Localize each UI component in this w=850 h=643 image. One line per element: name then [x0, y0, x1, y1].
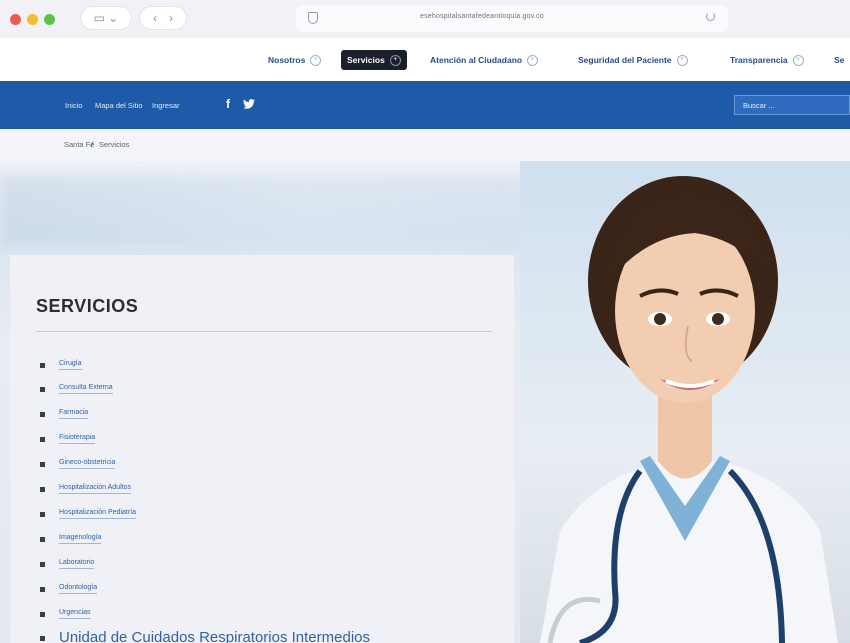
nav-item-seguridad-paciente[interactable]: Seguridad del Paciente +	[578, 50, 688, 70]
privacy-shield-icon[interactable]	[308, 12, 318, 24]
search-input[interactable]	[734, 95, 850, 115]
bullet-icon	[40, 511, 45, 517]
service-link-imagenologia[interactable]: Imagenología	[59, 534, 102, 544]
list-item: Imagenología	[40, 534, 102, 544]
service-link-hospitalizacion-pediatria[interactable]: Hospitalización Pediatría	[59, 509, 137, 519]
expand-icon: +	[527, 54, 539, 66]
nav-label: Se	[834, 55, 845, 65]
twitter-icon[interactable]	[243, 99, 255, 112]
nav-item-atencion-ciudadano[interactable]: Atención al Ciudadano +	[430, 50, 539, 70]
sidebar-icon: ▭ ⌄	[93, 11, 119, 25]
service-link-gineco-obstetricia[interactable]: Gineco-obstetricia	[59, 459, 116, 469]
breadcrumb-home[interactable]: Santa Fé	[64, 140, 94, 149]
list-item: Laboratorio	[40, 559, 95, 569]
list-item: Cirugía	[40, 360, 82, 370]
back-icon[interactable]: ‹	[153, 11, 157, 25]
bullet-icon	[40, 586, 45, 592]
bullet-icon	[40, 362, 45, 368]
forward-icon[interactable]: ›	[169, 11, 173, 25]
service-link-odontologia[interactable]: Odontología	[59, 584, 98, 594]
bullet-icon	[40, 611, 45, 617]
bullet-icon	[40, 636, 45, 641]
list-item: Odontología	[40, 584, 98, 594]
nav-item-nosotros[interactable]: Nosotros +	[268, 50, 322, 70]
services-panel: SERVICIOS Cirugía Consulta Externa Farma…	[10, 255, 514, 643]
expand-icon: +	[389, 54, 401, 66]
maximize-window-button[interactable]	[44, 14, 55, 25]
bullet-icon	[40, 436, 45, 442]
bullet-icon	[40, 561, 45, 567]
link-ingresar[interactable]: Ingresar	[152, 101, 180, 110]
close-window-button[interactable]	[10, 14, 21, 25]
list-item: Farmacia	[40, 409, 89, 419]
nav-label: Nosotros	[268, 55, 306, 65]
service-link-consulta-externa[interactable]: Consulta Externa	[59, 384, 113, 394]
browser-toolbar: ▭ ⌄ ‹ › esehospitalsantafedeantioquia.go…	[0, 0, 850, 38]
nav-label: Atención al Ciudadano	[430, 55, 523, 65]
main-navigation: Nosotros + Servicios + Atención al Ciudada…	[0, 38, 850, 81]
service-link-cuidados-respiratorios[interactable]: Unidad de Cuidados Respiratorios Interme…	[59, 629, 370, 643]
hero-banner: SERVICIOS Cirugía Consulta Externa Farma…	[0, 161, 850, 643]
service-link-hospitalizacion-adultos[interactable]: Hospitalización Adultos	[59, 484, 131, 494]
breadcrumb-current: Servicios	[99, 140, 130, 149]
minimize-window-button[interactable]	[27, 14, 38, 25]
service-link-farmacia[interactable]: Farmacia	[59, 409, 89, 419]
expand-icon: +	[310, 54, 322, 66]
expand-icon: +	[792, 54, 804, 66]
url-text[interactable]: esehospitalsantafedeantioquia.gov.co	[420, 13, 630, 20]
bullet-icon	[40, 411, 45, 417]
list-item: Fisioterapia	[40, 434, 96, 444]
breadcrumb-separator: /	[91, 140, 94, 149]
service-link-cirugia[interactable]: Cirugía	[59, 360, 82, 370]
history-nav: ‹ ›	[139, 6, 187, 30]
list-item: Hospitalización Pediatría	[40, 509, 137, 519]
service-link-urgencias[interactable]: Urgencias	[59, 609, 91, 619]
sidebar-toggle-button[interactable]: ▭ ⌄	[80, 6, 132, 30]
nav-label: Seguridad del Paciente	[578, 55, 672, 65]
nav-item-transparencia[interactable]: Transparencia +	[730, 50, 804, 70]
nav-item-cut-off[interactable]: Se	[834, 50, 844, 70]
nav-item-servicios[interactable]: Servicios +	[341, 50, 407, 70]
expand-icon: +	[676, 54, 688, 66]
doctor-photo	[540, 176, 838, 643]
link-inicio[interactable]: Inicio	[65, 101, 83, 110]
list-item: Unidad de Cuidados Respiratorios Interme…	[40, 629, 370, 643]
utility-bar: Inicio Mapa del Sitio Ingresar f	[0, 81, 850, 129]
page-title: SERVICIOS	[36, 296, 139, 316]
bullet-icon	[40, 536, 45, 542]
reload-icon[interactable]	[706, 12, 715, 21]
list-item: Consulta Externa	[40, 384, 113, 394]
list-item: Urgencias	[40, 609, 91, 619]
service-link-laboratorio[interactable]: Laboratorio	[59, 559, 95, 569]
nav-label: Transparencia	[730, 55, 788, 65]
facebook-icon[interactable]: f	[226, 97, 230, 111]
bullet-icon	[40, 461, 45, 467]
breadcrumb: Santa Fé / Servicios	[0, 129, 850, 162]
link-mapa-sitio[interactable]: Mapa del Sitio	[95, 101, 143, 110]
bullet-icon	[40, 386, 45, 392]
list-item: Hospitalización Adultos	[40, 484, 131, 494]
bullet-icon	[40, 486, 45, 492]
nav-label: Servicios	[347, 55, 385, 65]
service-link-fisioterapia[interactable]: Fisioterapia	[59, 434, 96, 444]
title-divider	[36, 331, 492, 332]
list-item: Gineco-obstetricia	[40, 459, 116, 469]
